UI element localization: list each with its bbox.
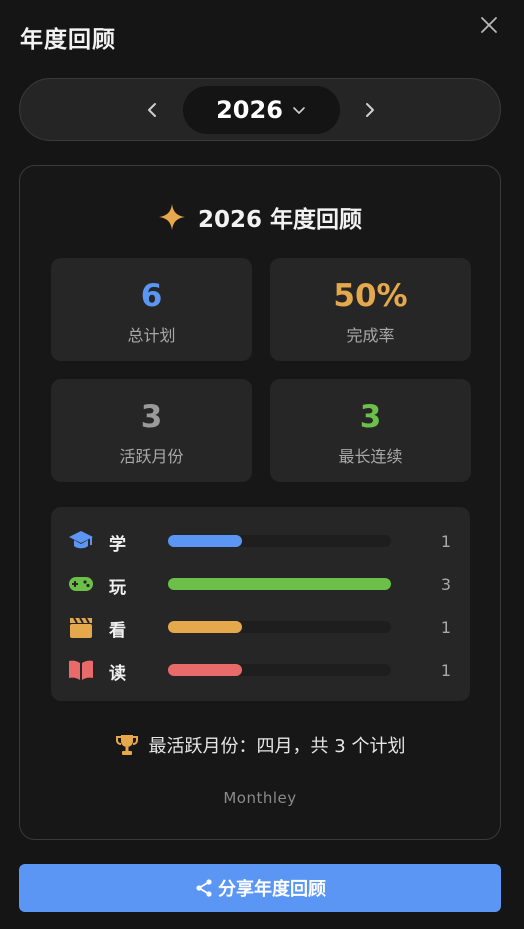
stat-label: 活跃月份: [119, 447, 184, 466]
open-book-icon: [69, 660, 93, 680]
category-bar-fill: [168, 535, 243, 547]
year-selector: 2026: [19, 78, 501, 141]
brand-label: Monthley: [223, 789, 297, 807]
clapperboard-icon: [70, 617, 92, 638]
stat-value: 3: [140, 399, 163, 435]
close-icon: [481, 17, 497, 33]
category-bar-fill: [168, 621, 243, 633]
previous-year-button[interactable]: [141, 98, 165, 122]
year-dropdown[interactable]: 2026: [183, 86, 340, 134]
chevron-left-icon: [148, 103, 156, 117]
stat-label: 最长连续: [338, 447, 403, 466]
category-row-read: 读 1: [51, 657, 470, 684]
category-label: 玩: [109, 578, 126, 598]
category-count: 1: [440, 618, 451, 637]
share-icon: [196, 879, 212, 897]
category-row-learn: 学 1: [51, 528, 470, 555]
category-bar-track: [168, 621, 391, 633]
category-row-play: 玩 3: [51, 571, 470, 598]
chevron-down-icon: [293, 107, 305, 114]
stat-completion-rate: 50% 完成率: [270, 258, 471, 361]
category-bar-fill: [168, 578, 391, 590]
page-title: 年度回顾: [20, 27, 116, 53]
most-active-month-text: 最活跃月份：四月，共 3 个计划: [148, 736, 406, 757]
category-label: 看: [109, 621, 126, 641]
share-review-button[interactable]: 分享年度回顾: [19, 864, 501, 912]
stat-label: 完成率: [346, 326, 395, 345]
category-bar-track: [168, 535, 391, 547]
stat-longest-streak: 3 最长连续: [270, 379, 471, 482]
category-bar-track: [168, 664, 391, 676]
close-button[interactable]: [478, 14, 500, 36]
chevron-right-icon: [366, 103, 374, 117]
trophy-icon: [115, 735, 138, 755]
most-active-month: 最活跃月份：四月，共 3 个计划: [20, 732, 500, 758]
card-heading: 2026 年度回顾: [20, 200, 500, 234]
annual-review-screen: 年度回顾 2026 2026 年度回顾 6 总计划 50% 完成率 3 活跃月份…: [0, 0, 524, 929]
category-count: 1: [440, 532, 451, 551]
category-count: 3: [440, 575, 451, 594]
share-button-label: 分享年度回顾: [218, 879, 326, 900]
gamepad-icon: [69, 577, 93, 591]
category-count: 1: [440, 661, 451, 680]
stat-total-plans: 6 总计划: [51, 258, 252, 361]
category-row-watch: 看 1: [51, 614, 470, 641]
year-label: 2026: [216, 96, 283, 124]
category-breakdown: 学 1 玩 3 看 1 读 1: [51, 507, 470, 701]
category-bar-track: [168, 578, 391, 590]
stat-value: 6: [140, 278, 163, 314]
category-label: 读: [109, 664, 126, 684]
stat-value: 3: [359, 399, 382, 435]
graduation-cap-icon: [69, 531, 93, 549]
annual-review-card: 2026 年度回顾 6 总计划 50% 完成率 3 活跃月份 3 最长连续 学 …: [19, 165, 501, 840]
stat-value: 50%: [333, 278, 408, 314]
stat-label: 总计划: [127, 326, 176, 345]
stat-active-months: 3 活跃月份: [51, 379, 252, 482]
sparkle-icon: [158, 204, 185, 230]
next-year-button[interactable]: [357, 98, 381, 122]
category-label: 学: [109, 535, 126, 555]
card-title: 2026 年度回顾: [197, 207, 363, 233]
category-bar-fill: [168, 664, 243, 676]
